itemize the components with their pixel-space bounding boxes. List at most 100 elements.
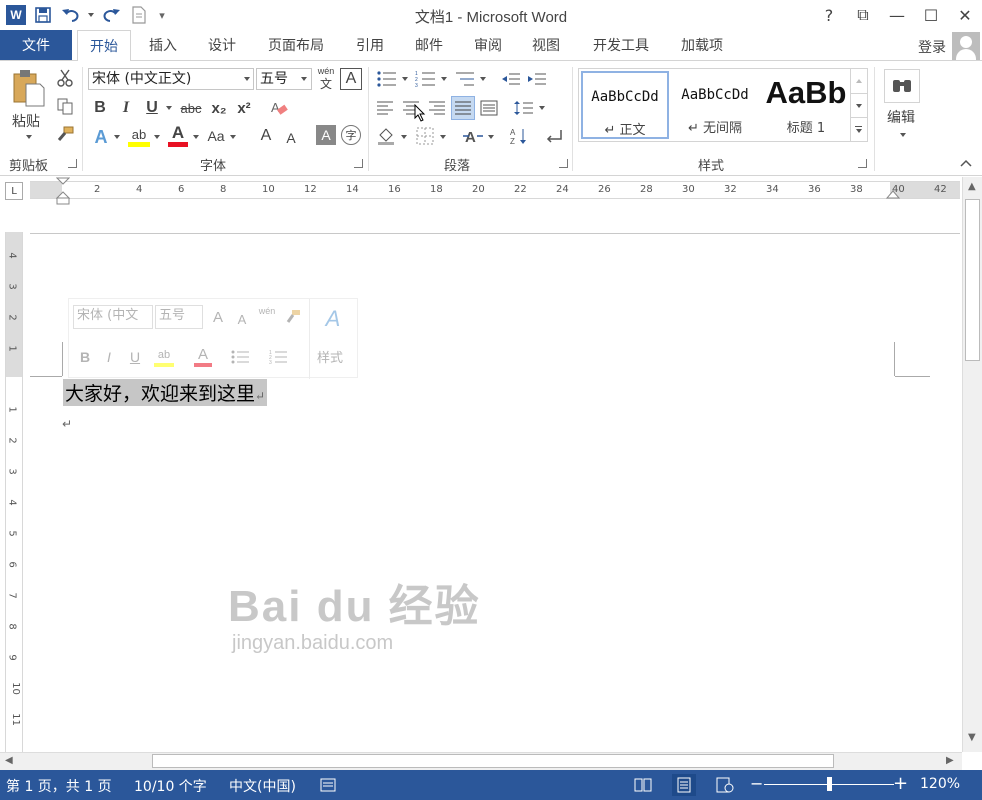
mini-styles-icon[interactable]: A <box>319 305 347 333</box>
page-count[interactable]: 第 1 页，共 1 页 <box>6 776 112 796</box>
chinese-layout-icon[interactable]: A <box>460 125 486 147</box>
editing-button[interactable]: 编辑 <box>887 107 915 127</box>
strikethrough-button[interactable]: abc <box>176 97 206 119</box>
mini-styles-button[interactable]: 样式 <box>317 347 343 366</box>
zoom-level[interactable]: 120% <box>920 776 960 792</box>
multilevel-list-icon[interactable] <box>452 68 478 90</box>
align-left-icon[interactable] <box>374 97 396 119</box>
format-painter-icon[interactable] <box>54 123 76 145</box>
mini-grow-font-button[interactable]: A <box>209 307 227 327</box>
copy-icon[interactable] <box>54 95 76 117</box>
bold-button[interactable]: B <box>90 97 110 119</box>
multilevel-dropdown-icon[interactable] <box>480 77 486 81</box>
mini-font-name-combo[interactable]: 宋体 (中文 <box>73 305 153 329</box>
paste-dropdown-icon[interactable] <box>26 135 32 139</box>
underline-button[interactable]: U <box>142 97 162 119</box>
tab-page-layout[interactable]: 页面布局 <box>258 30 334 60</box>
font-color-button[interactable]: A <box>166 123 190 143</box>
scroll-down-icon[interactable]: ▼ <box>968 732 976 743</box>
cut-icon[interactable] <box>54 67 76 89</box>
shrink-font-button[interactable]: A <box>281 127 301 149</box>
language-indicator[interactable]: 中文(中国) <box>229 776 296 796</box>
mini-phonetic-icon[interactable]: wén <box>257 305 277 317</box>
scroll-right-icon[interactable]: ▶ <box>946 755 954 766</box>
font-size-dropdown-icon[interactable] <box>301 77 307 81</box>
indent-markers-icon[interactable] <box>56 177 70 205</box>
paste-icon[interactable] <box>8 67 48 109</box>
vertical-ruler[interactable]: 4 3 2 1 1 2 3 4 5 6 7 8 9 10 11 <box>5 232 23 752</box>
vertical-scroll-thumb[interactable] <box>965 199 980 361</box>
enclose-characters-button[interactable]: 字 <box>341 125 361 145</box>
paste-button[interactable]: 粘贴 <box>12 111 40 131</box>
shading-icon[interactable] <box>374 125 398 147</box>
horizontal-scrollbar[interactable]: ◀ ▶ <box>0 752 962 770</box>
chinese-layout-dropdown-icon[interactable] <box>488 135 494 139</box>
style-heading-1[interactable]: AaBb 标题 1 <box>761 71 851 139</box>
macro-recording-icon[interactable] <box>320 777 336 797</box>
change-case-button[interactable]: Aa <box>204 125 228 147</box>
superscript-button[interactable]: x² <box>233 97 255 119</box>
numbering-dropdown-icon[interactable] <box>441 77 447 81</box>
align-right-icon[interactable] <box>426 97 448 119</box>
scroll-left-icon[interactable]: ◀ <box>5 755 13 766</box>
close-button[interactable]: ✕ <box>948 0 982 30</box>
text-effects-dropdown-icon[interactable] <box>114 135 120 139</box>
mini-bullets-icon[interactable] <box>229 347 253 367</box>
font-dialog-launcher-icon[interactable] <box>354 159 363 168</box>
read-mode-icon[interactable] <box>634 777 652 797</box>
tab-file[interactable]: 文件 <box>0 30 72 60</box>
borders-dropdown-icon[interactable] <box>440 135 446 139</box>
right-indent-marker-icon[interactable] <box>886 190 900 200</box>
italic-button[interactable]: I <box>116 97 136 119</box>
tab-home[interactable]: 开始 <box>77 30 131 61</box>
change-case-dropdown-icon[interactable] <box>230 135 236 139</box>
vertical-scrollbar[interactable]: ▲ ▼ <box>962 177 982 752</box>
styles-dialog-launcher-icon[interactable] <box>858 159 867 168</box>
font-color-dropdown-icon[interactable] <box>193 135 199 139</box>
numbering-icon[interactable]: 123 <box>413 68 439 90</box>
grow-font-button[interactable]: A <box>256 125 276 147</box>
line-spacing-icon[interactable] <box>512 97 536 119</box>
sort-icon[interactable]: AZ <box>509 125 531 147</box>
mini-bold-button[interactable]: B <box>77 347 93 367</box>
horizontal-ruler[interactable]: 2 4 6 8 10 12 14 16 18 20 22 24 26 28 30 32 34 36 38 40 42 <box>30 181 960 199</box>
mini-underline-button[interactable]: U <box>127 347 143 367</box>
clear-formatting-icon[interactable]: A <box>268 97 290 119</box>
avatar[interactable] <box>952 32 980 60</box>
zoom-slider-thumb[interactable] <box>827 777 832 791</box>
tab-design[interactable]: 设计 <box>198 30 246 60</box>
decrease-indent-icon[interactable] <box>500 68 522 90</box>
highlight-button[interactable]: ab <box>126 125 152 143</box>
tab-add-ins[interactable]: 加载项 <box>670 30 734 60</box>
bullets-icon[interactable] <box>374 68 400 90</box>
mini-font-size-combo[interactable]: 五号 <box>155 305 203 329</box>
bullets-dropdown-icon[interactable] <box>402 77 408 81</box>
paragraph-dialog-launcher-icon[interactable] <box>559 159 568 168</box>
mini-font-color-button[interactable]: A <box>193 345 213 363</box>
distributed-icon[interactable] <box>478 97 500 119</box>
editing-dropdown-icon[interactable] <box>900 133 906 137</box>
styles-more-icon[interactable] <box>850 117 867 141</box>
print-layout-icon[interactable] <box>672 774 696 796</box>
zoom-in-button[interactable]: + <box>893 773 908 794</box>
sign-in-link[interactable]: 登录 <box>918 37 946 57</box>
web-layout-icon[interactable] <box>716 777 734 797</box>
mini-italic-button[interactable]: I <box>101 347 117 367</box>
tab-review[interactable]: 审阅 <box>464 30 512 60</box>
show-hide-paragraph-marks-icon[interactable] <box>543 125 565 147</box>
mini-highlight-button[interactable]: ab <box>153 347 175 363</box>
underline-dropdown-icon[interactable] <box>166 106 172 110</box>
find-icon[interactable] <box>884 69 920 103</box>
style-normal[interactable]: AaBbCcDd ↵ 正文 <box>581 71 669 139</box>
scroll-up-icon[interactable]: ▲ <box>968 181 976 192</box>
ribbon-display-options-button[interactable]: ⧉ <box>846 0 880 30</box>
maximize-button[interactable]: ☐ <box>914 0 948 30</box>
selected-text-line[interactable]: 大家好，欢迎来到这里↵ <box>63 379 268 406</box>
borders-icon[interactable] <box>413 125 437 147</box>
word-count[interactable]: 10/10 个字 <box>134 776 207 796</box>
clipboard-dialog-launcher-icon[interactable] <box>68 159 77 168</box>
tab-mailings[interactable]: 邮件 <box>405 30 453 60</box>
help-button[interactable]: ? <box>812 0 846 30</box>
tab-view[interactable]: 视图 <box>522 30 570 60</box>
character-border-icon[interactable]: A <box>340 68 362 90</box>
